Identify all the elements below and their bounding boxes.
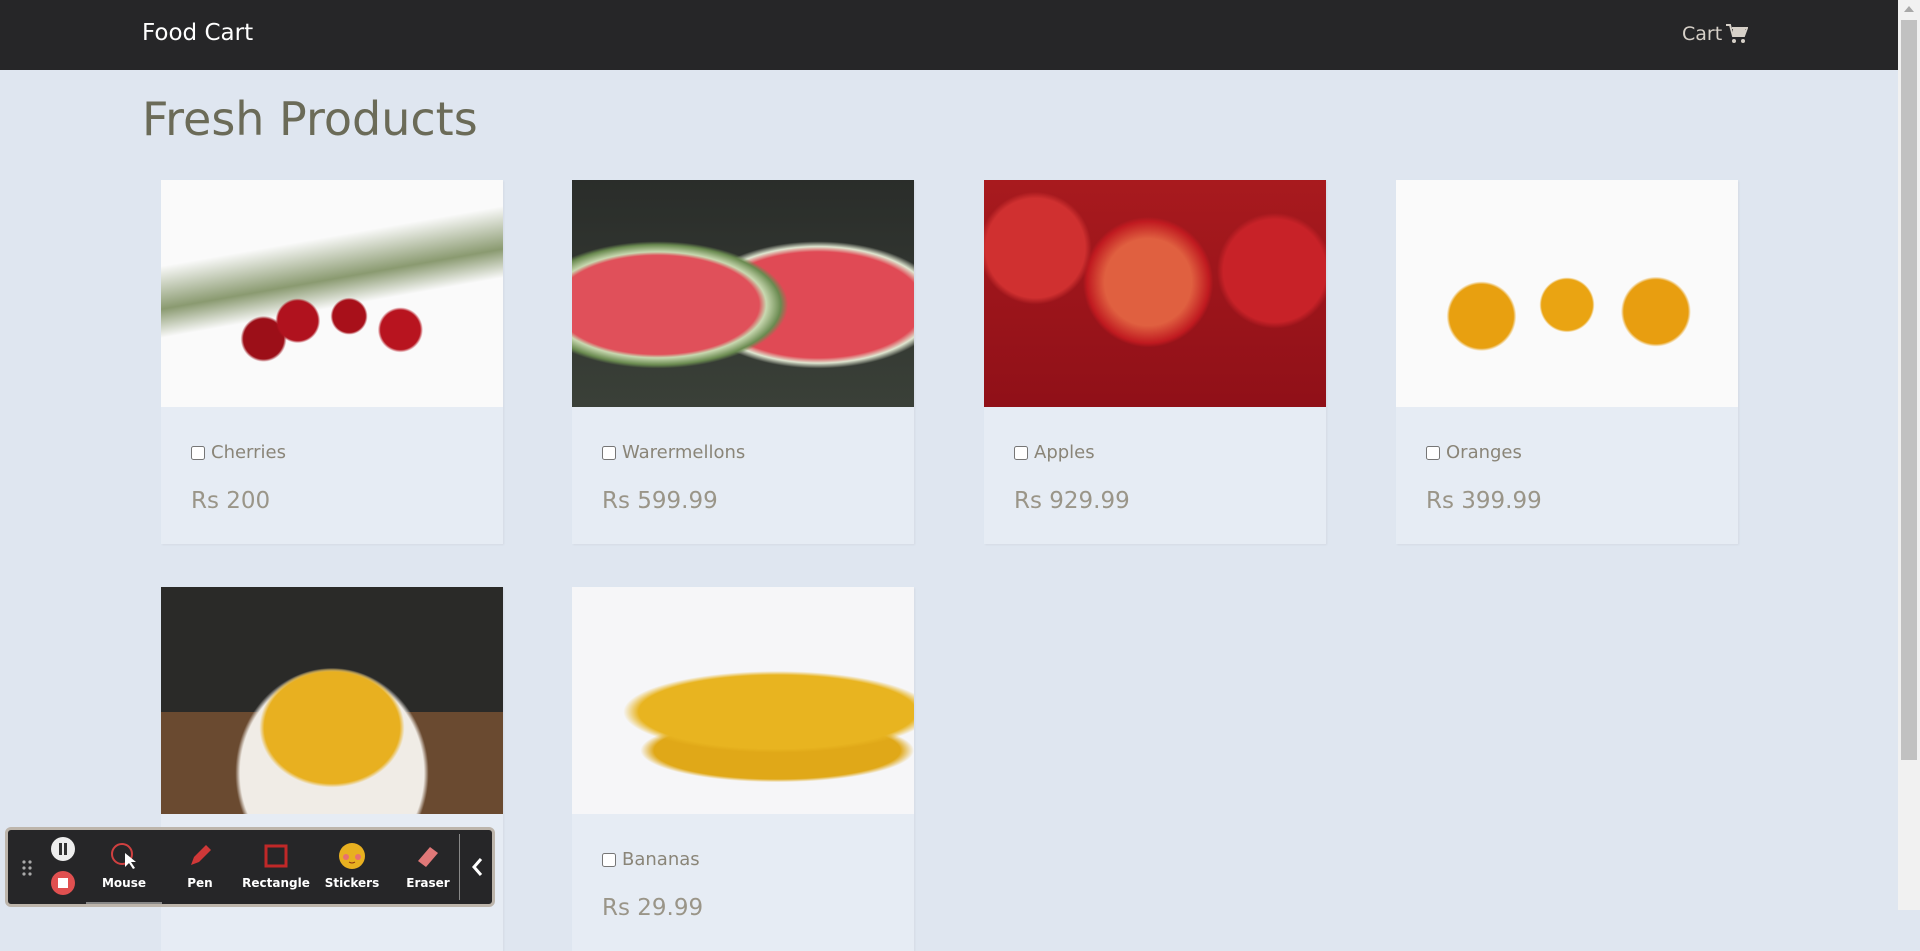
- product-name: Oranges: [1446, 442, 1522, 463]
- tool-rectangle[interactable]: Rectangle: [238, 830, 314, 904]
- tool-eraser[interactable]: Eraser: [390, 830, 466, 904]
- cart-link[interactable]: Cart: [1682, 23, 1749, 45]
- product-name: Apples: [1034, 442, 1095, 463]
- rectangle-icon: [264, 844, 288, 868]
- pen-icon: [191, 845, 211, 865]
- scrollbar[interactable]: [1898, 0, 1920, 910]
- collapse-chevron-left-icon[interactable]: [470, 856, 484, 878]
- product-card-cherries: Cherries Rs 200: [161, 180, 503, 544]
- scroll-up-arrow-icon[interactable]: [1904, 6, 1914, 12]
- product-card-apples: Apples Rs 929.99: [984, 180, 1326, 544]
- product-select[interactable]: Warermellons: [602, 442, 745, 463]
- product-name: Cherries: [211, 442, 286, 463]
- product-select[interactable]: Apples: [1014, 442, 1095, 463]
- product-checkbox[interactable]: [1014, 445, 1028, 460]
- product-image: [161, 180, 503, 407]
- product-image: [984, 180, 1326, 407]
- tool-label: Stickers: [324, 876, 380, 890]
- navbar: Food Cart Cart: [0, 0, 1898, 70]
- drag-handle-icon[interactable]: [22, 860, 32, 876]
- annotation-toolbar: Mouse Pen Rectangle Stickers Eraser: [5, 827, 495, 907]
- product-name: Warermellons: [622, 442, 746, 463]
- product-card-bananas: Bananas Rs 29.99: [572, 587, 914, 951]
- product-checkbox[interactable]: [191, 445, 205, 460]
- product-image: [572, 180, 914, 407]
- product-price: Rs 200: [191, 488, 271, 514]
- product-checkbox[interactable]: [1426, 445, 1440, 460]
- tool-label: Mouse: [101, 876, 146, 890]
- product-card-oranges: Oranges Rs 399.99: [1396, 180, 1738, 544]
- tool-stickers[interactable]: Stickers: [314, 830, 390, 904]
- product-image: [161, 587, 503, 814]
- product-name: Bananas: [622, 849, 700, 870]
- product-checkbox[interactable]: [602, 445, 616, 460]
- product-card-watermelons: Warermellons Rs 599.99: [572, 180, 914, 544]
- stop-button[interactable]: [51, 871, 75, 895]
- mouse-cursor-icon: [111, 843, 136, 869]
- tool-label: Rectangle: [242, 876, 310, 890]
- brand-link[interactable]: Food Cart: [142, 20, 253, 46]
- eraser-icon: [418, 847, 438, 867]
- page-title: Fresh Products: [142, 92, 478, 146]
- product-select[interactable]: Oranges: [1426, 442, 1522, 463]
- tool-label: Pen: [187, 876, 213, 890]
- tool-mouse[interactable]: Mouse: [86, 830, 162, 904]
- toolbar-divider: [459, 834, 460, 900]
- stop-icon: [58, 878, 68, 888]
- product-price: Rs 929.99: [1014, 488, 1130, 514]
- scrollbar-thumb[interactable]: [1901, 20, 1917, 760]
- product-checkbox[interactable]: [602, 852, 616, 867]
- product-image: [1396, 180, 1738, 407]
- product-price: Rs 29.99: [602, 895, 704, 921]
- product-price: Rs 399.99: [1426, 488, 1542, 514]
- tool-pen[interactable]: Pen: [162, 830, 238, 904]
- product-price: Rs 599.99: [602, 488, 718, 514]
- cart-label: Cart: [1682, 23, 1723, 45]
- pause-icon: [59, 843, 67, 855]
- pause-button[interactable]: [51, 837, 75, 861]
- tool-label: Eraser: [406, 876, 450, 890]
- product-select[interactable]: Cherries: [191, 442, 286, 463]
- sticker-emoji-icon: [339, 843, 365, 869]
- shopping-cart-icon: [1726, 24, 1749, 43]
- product-image: [572, 587, 914, 814]
- product-select[interactable]: Bananas: [602, 849, 700, 870]
